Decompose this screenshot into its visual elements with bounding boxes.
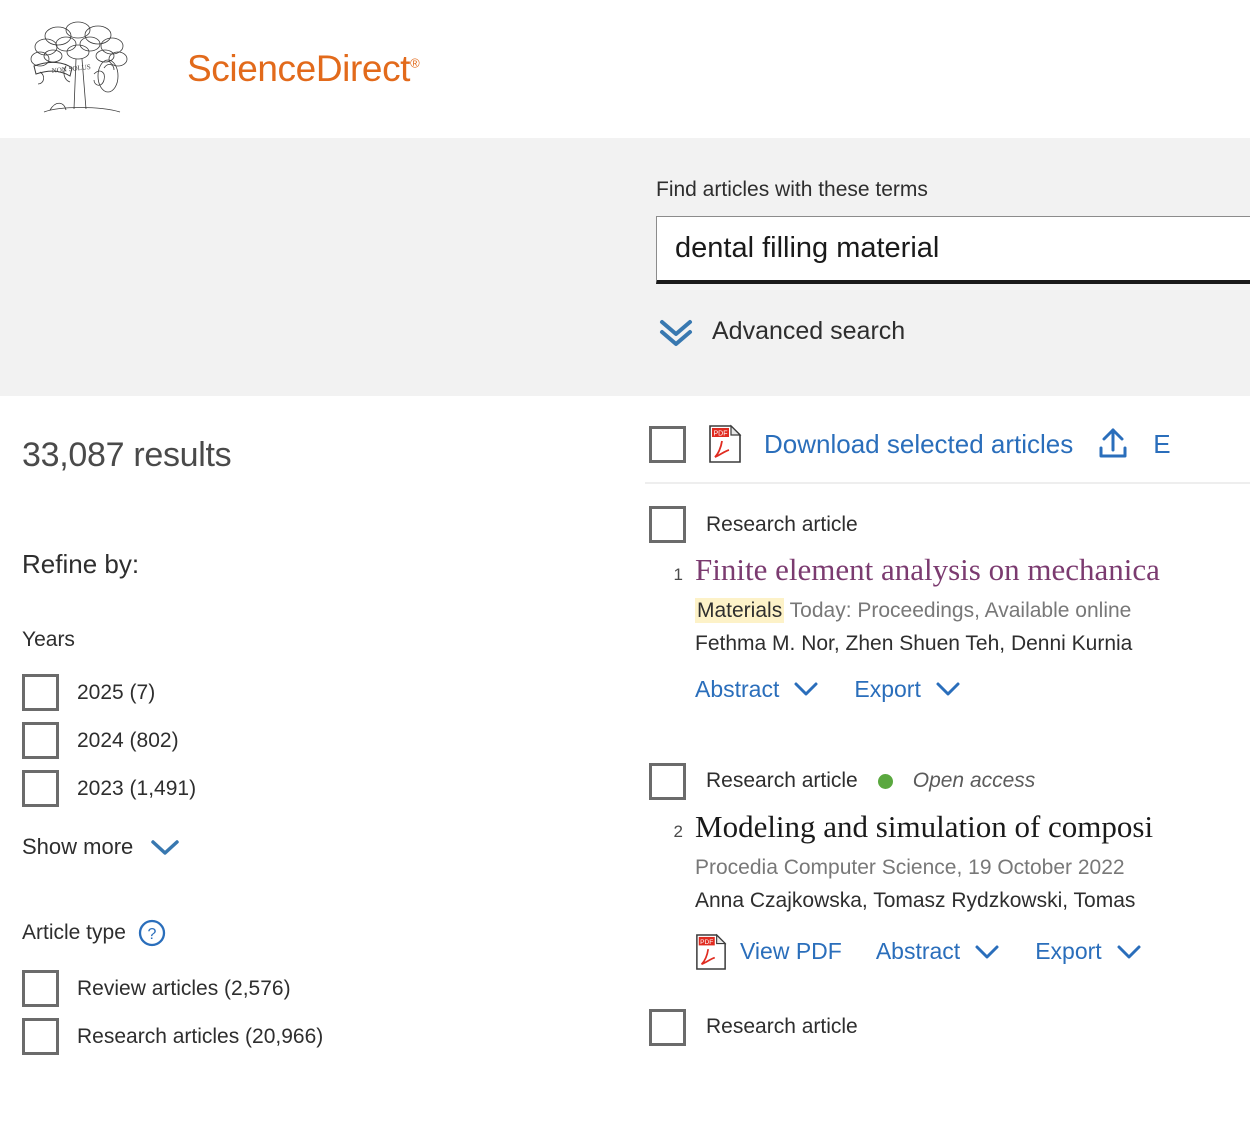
result-2-open-access-label: Open access xyxy=(912,769,1036,793)
pdf-icon: PDF xyxy=(696,933,727,970)
brand-name: ScienceDirect® xyxy=(187,48,420,90)
result-1-checkbox[interactable] xyxy=(649,506,686,543)
checkbox-review-articles[interactable] xyxy=(22,970,59,1007)
results-toolbar: PDF Download selected articles E xyxy=(645,424,1250,484)
result-2-journal: Procedia Computer Science, 19 October 20… xyxy=(695,855,1125,879)
content-area: 33,087 results Refine by: Years 2025 (7)… xyxy=(0,396,1250,1113)
elsevier-tree-icon: NON SOLUS xyxy=(30,21,128,113)
result-3-header: Research article xyxy=(649,1008,1250,1046)
years-show-more[interactable]: Show more xyxy=(22,834,181,860)
advanced-search-toggle[interactable]: Advanced search xyxy=(656,314,905,348)
facet-option-research-articles[interactable]: Research articles (20,966) xyxy=(22,1018,645,1055)
result-item-1: Research article 1 Finite element analys… xyxy=(645,484,1250,703)
results-count: 33,087 results xyxy=(22,436,232,474)
help-icon[interactable]: ? xyxy=(137,918,167,948)
result-2-actions: PDF View PDF Abstract Export xyxy=(695,927,1250,971)
result-2-type: Research article xyxy=(706,769,858,793)
facet-option-2023-label: 2023 (1,491) xyxy=(77,776,197,800)
checkbox-research-articles[interactable] xyxy=(22,1018,59,1055)
site-header: NON SOLUS ScienceDirect® xyxy=(0,0,1250,138)
result-1-journal-rest: Today: Proceedings, Available online xyxy=(784,598,1132,622)
result-1-header: Research article xyxy=(649,506,1250,543)
facet-article-type: Article type ? Review articles (2,576) R… xyxy=(22,918,645,1055)
search-term-highlight: Materials xyxy=(695,597,785,623)
facet-article-type-label: Article type xyxy=(22,921,126,944)
export-link[interactable]: E xyxy=(1153,429,1170,460)
result-3-checkbox[interactable] xyxy=(649,1008,686,1046)
result-2-title[interactable]: Modeling and simulation of composi xyxy=(695,808,1250,847)
result-1-export-toggle[interactable]: Export xyxy=(854,676,961,703)
open-access-dot-icon xyxy=(877,773,893,789)
result-1-type: Research article xyxy=(706,512,858,536)
facet-option-review-articles-label: Review articles (2,576) xyxy=(77,976,291,1000)
result-item-3: Research article xyxy=(645,987,1250,1046)
pdf-icon: PDF xyxy=(709,424,742,463)
years-show-more-label: Show more xyxy=(22,834,134,859)
search-field-label: Find articles with these terms xyxy=(656,178,928,201)
search-band: Find articles with these terms Advanced … xyxy=(0,138,1250,396)
result-2-authors: Anna Czajkowska, Tomasz Rydzkowski, Toma… xyxy=(695,888,1136,912)
checkbox-2023[interactable] xyxy=(22,770,59,807)
result-2-view-pdf-label: View PDF xyxy=(740,938,842,964)
result-2-header: Research article Open access xyxy=(649,762,1250,800)
result-2-view-pdf[interactable]: PDF View PDF xyxy=(695,933,842,971)
refine-sidebar: 33,087 results Refine by: Years 2025 (7)… xyxy=(0,396,645,1113)
chevron-down-icon xyxy=(794,682,818,696)
facet-option-2023[interactable]: 2023 (1,491) xyxy=(22,770,645,807)
result-1-body: 1 Finite element analysis on mechanica M… xyxy=(649,551,1250,703)
brand-text: ScienceDirect xyxy=(187,48,411,89)
facet-option-research-articles-label: Research articles (20,966) xyxy=(77,1024,324,1048)
search-form: Find articles with these terms Advanced … xyxy=(656,178,1250,348)
result-1-abstract-toggle[interactable]: Abstract xyxy=(695,676,820,703)
facet-article-type-title: Article type ? xyxy=(22,918,645,948)
search-input[interactable] xyxy=(656,216,1250,284)
result-2-body: 2 Modeling and simulation of composi Pro… xyxy=(649,808,1250,971)
advanced-search-label: Advanced search xyxy=(712,316,906,345)
facet-years: Years 2025 (7) 2024 (802) 2023 (1,491) S… xyxy=(22,628,645,860)
chevron-down-icon xyxy=(975,945,999,958)
facet-option-2025-label: 2025 (7) xyxy=(77,680,156,704)
svg-text:PDF: PDF xyxy=(700,939,713,946)
refine-by-heading: Refine by: xyxy=(22,549,140,579)
facet-option-2025[interactable]: 2025 (7) xyxy=(22,674,645,711)
facet-option-2024[interactable]: 2024 (802) xyxy=(22,722,645,759)
result-item-2: Research article Open access 2 Modeling … xyxy=(645,741,1250,971)
result-1-actions: Abstract Export xyxy=(695,670,1250,703)
facet-years-title: Years xyxy=(22,628,645,652)
result-3-type: Research article xyxy=(706,1015,858,1038)
chevron-down-icon xyxy=(151,840,180,855)
chevron-double-down-icon xyxy=(660,320,692,346)
select-all-checkbox[interactable] xyxy=(649,425,686,463)
download-selected-articles-link[interactable]: Download selected articles xyxy=(764,429,1073,460)
result-2-number: 2 xyxy=(673,821,683,841)
svg-text:?: ? xyxy=(147,926,156,943)
checkbox-2025[interactable] xyxy=(22,674,59,711)
result-2-export-toggle[interactable]: Export xyxy=(1035,938,1142,965)
results-column: PDF Download selected articles E Researc… xyxy=(645,396,1250,1113)
svg-text:PDF: PDF xyxy=(714,431,728,438)
result-2-export-label: Export xyxy=(1035,938,1102,964)
sciencedirect-logo[interactable]: NON SOLUS ScienceDirect® xyxy=(20,14,420,124)
result-1-export-label: Export xyxy=(854,675,921,702)
chevron-down-icon xyxy=(1117,945,1141,958)
result-2-abstract-toggle[interactable]: Abstract xyxy=(876,938,1001,965)
facet-option-review-articles[interactable]: Review articles (2,576) xyxy=(22,970,645,1007)
search-results-page: NON SOLUS ScienceDirect® Find articles w… xyxy=(0,0,1250,1132)
result-2-abstract-label: Abstract xyxy=(875,938,961,964)
result-1-authors: Fethma M. Nor, Zhen Shuen Teh, Denni Kur… xyxy=(695,631,1133,655)
result-1-number: 1 xyxy=(673,565,683,584)
facet-option-2024-label: 2024 (802) xyxy=(77,728,179,752)
result-1-title[interactable]: Finite element analysis on mechanica xyxy=(695,551,1250,590)
export-icon[interactable] xyxy=(1095,426,1131,462)
registered-mark: ® xyxy=(410,55,420,71)
checkbox-2024[interactable] xyxy=(22,722,59,759)
result-1-journal: Materials Today: Proceedings, Available … xyxy=(695,597,1250,623)
svg-text:NON SOLUS: NON SOLUS xyxy=(51,63,91,75)
chevron-down-icon xyxy=(936,682,960,696)
result-1-abstract-label: Abstract xyxy=(695,675,780,702)
result-2-checkbox[interactable] xyxy=(649,762,686,800)
facet-years-label: Years xyxy=(22,628,75,651)
